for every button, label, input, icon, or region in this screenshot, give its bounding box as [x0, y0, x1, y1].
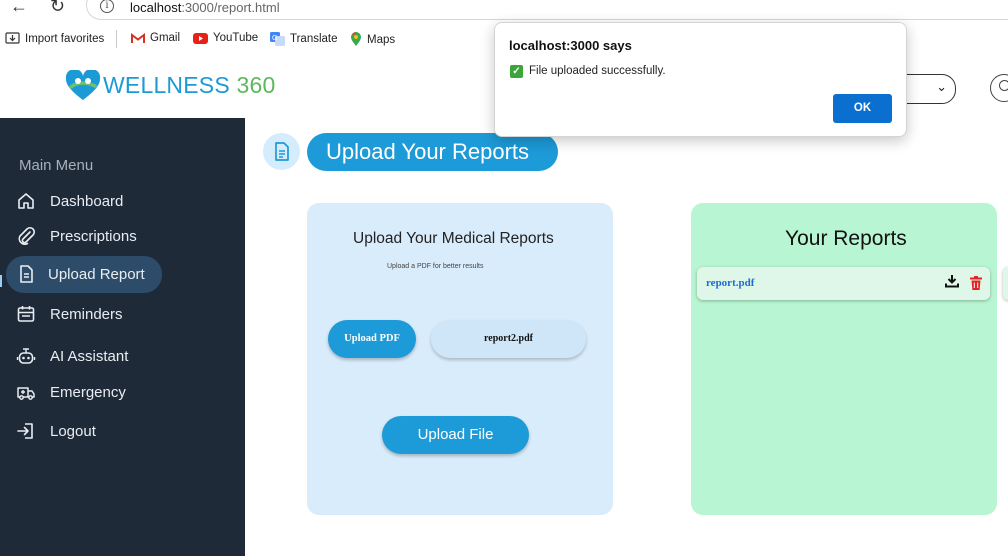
favorite-label: YouTube [213, 32, 259, 44]
favorite-translate[interactable]: G Translate [270, 32, 338, 46]
browser-address-bar: ← ↻ i localhost:3000/report.html [0, 0, 1008, 24]
favorite-label: Maps [367, 33, 396, 46]
selected-file-name: report2.pdf [431, 320, 586, 358]
upload-file-button[interactable]: Upload File [382, 416, 529, 454]
ok-button[interactable]: OK [833, 94, 892, 123]
report-file-link[interactable]: report.pdf [706, 277, 754, 289]
logo-word: WELLNESS [103, 72, 230, 98]
upload-card [307, 203, 613, 515]
calendar-icon [17, 306, 35, 322]
gmail-icon [131, 32, 145, 43]
app-logo-text: WELLNESS 360 [103, 72, 275, 99]
sidebar-item-reminders[interactable]: Reminders [0, 296, 245, 332]
upload-hint-text: Upload a PDF for better results [387, 263, 484, 270]
download-icon[interactable] [945, 274, 959, 288]
sidebar-item-ai-assistant[interactable]: AI Assistant [0, 338, 245, 374]
robot-icon [16, 348, 36, 364]
sidebar-title: Main Menu [19, 157, 94, 174]
choose-pdf-button[interactable]: Upload PDF [328, 320, 416, 358]
sidebar-item-label: Prescriptions [50, 227, 137, 245]
back-arrow-icon[interactable]: ← [10, 0, 28, 17]
import-icon [5, 32, 20, 44]
favorites-divider [116, 30, 117, 48]
sidebar-item-label: Dashboard [50, 192, 124, 210]
sidebar-item-label: Reminders [50, 305, 123, 323]
reload-icon[interactable]: ↻ [50, 0, 65, 17]
favorite-label: Translate [290, 33, 338, 45]
logo-number: 360 [236, 72, 276, 98]
sidebar-item-label: Upload Report [48, 265, 145, 283]
checkmark-icon: ✓ [510, 65, 523, 78]
sidebar-item-emergency[interactable]: Emergency [0, 374, 245, 410]
document-icon [275, 142, 289, 161]
sidebar-item-dashboard[interactable]: Dashboard [0, 183, 245, 219]
sidebar-item-label: Logout [50, 422, 96, 440]
chevron-down-icon: ⌄ [936, 79, 947, 94]
sidebar-item-label: AI Assistant [50, 347, 129, 365]
favorite-import[interactable]: Import favorites [5, 32, 104, 45]
document-icon [20, 265, 33, 283]
sidebar-item-label: Emergency [50, 383, 126, 401]
ambulance-icon [17, 387, 35, 400]
favorite-gmail[interactable]: Gmail [131, 32, 180, 44]
sidebar-item-prescriptions[interactable]: Prescriptions [0, 218, 245, 254]
url-path: :3000/report.html [181, 0, 280, 15]
favorite-maps[interactable]: Maps [350, 32, 395, 47]
list-item-partial [1003, 267, 1008, 300]
trash-icon[interactable] [970, 276, 982, 290]
logout-icon [17, 423, 33, 439]
dialog-message: File uploaded successfully. [529, 65, 666, 77]
home-icon [18, 193, 34, 209]
favorite-label: Import favorites [25, 32, 105, 45]
reports-card-heading: Your Reports [785, 227, 907, 250]
user-avatar-icon[interactable] [990, 74, 1008, 102]
favorite-label: Gmail [150, 32, 181, 44]
dialog-title: localhost:3000 says [509, 38, 632, 53]
page-title: Upload Your Reports [307, 133, 558, 171]
translate-icon: G [270, 32, 285, 46]
url-text[interactable]: localhost:3000/report.html [130, 0, 280, 15]
page-title-badge [263, 133, 300, 170]
svg-text:G: G [272, 35, 277, 42]
sidebar-item-upload-report[interactable]: Upload Report [0, 256, 245, 293]
sidebar-item-logout[interactable]: Logout [0, 413, 245, 449]
upload-card-heading: Upload Your Medical Reports [353, 230, 554, 247]
youtube-icon [193, 32, 208, 44]
logo-heart-icon [65, 70, 101, 100]
paperclip-icon [18, 226, 36, 245]
maps-icon [351, 32, 361, 46]
url-host: localhost [130, 0, 182, 15]
favorite-youtube[interactable]: YouTube [193, 32, 258, 44]
active-indicator [0, 275, 2, 287]
